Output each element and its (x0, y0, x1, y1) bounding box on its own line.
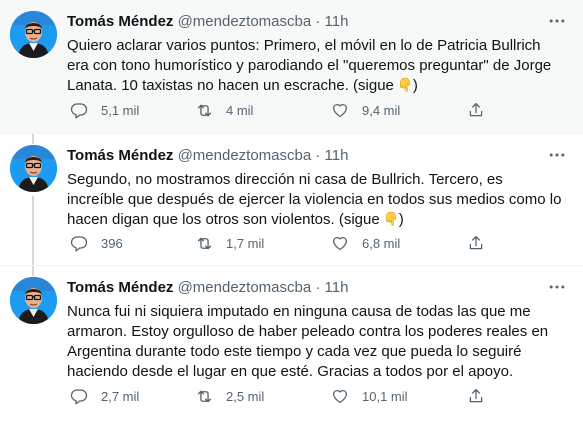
tweet-header: Tomás Méndez @mendeztomascba · 11h (67, 13, 543, 31)
retweet-button[interactable]: 4 mil (194, 100, 253, 120)
share-button[interactable] (466, 100, 486, 120)
retweet-button[interactable]: 1,7 mil (194, 233, 264, 253)
reply-icon (69, 386, 89, 406)
like-button[interactable]: 10,1 mil (330, 386, 408, 406)
share-button[interactable] (466, 386, 486, 406)
heart-icon (330, 100, 350, 120)
separator: · (315, 13, 321, 30)
separator: · (315, 279, 321, 296)
tweet[interactable]: Tomás Méndez @mendeztomascba · 11h Nunca… (0, 265, 583, 424)
tweet[interactable]: Tomás Méndez @mendeztomascba · 11h Quier… (0, 0, 583, 133)
heart-icon (330, 233, 350, 253)
like-count: 10,1 mil (362, 388, 408, 404)
avatar[interactable] (10, 145, 57, 192)
action-bar: 5,1 mil 4 mil 9,4 mil (67, 100, 513, 120)
tweet-text-content: Nunca fui ni siquiera imputado en ningun… (67, 303, 549, 380)
reply-count: 2,7 mil (101, 388, 140, 404)
reply-button[interactable]: 396 (69, 233, 123, 253)
share-icon (466, 100, 486, 120)
like-button[interactable]: 9,4 mil (330, 100, 400, 120)
tweet-text: Quiero aclarar varios puntos: Primero, e… (67, 36, 563, 99)
more-options-icon[interactable] (545, 275, 569, 299)
tweet-text: Segundo, no mostramos dirección ni casa … (67, 170, 563, 233)
action-bar: 396 1,7 mil 6,8 mil (67, 233, 513, 253)
like-count: 9,4 mil (362, 102, 401, 118)
timestamp[interactable]: 11h (325, 147, 349, 164)
pointing-down-hand-icon (397, 77, 413, 99)
action-bar: 2,7 mil 2,5 mil 10,1 mil (67, 386, 513, 406)
pointing-down-hand-icon (383, 211, 399, 233)
author-handle[interactable]: @mendeztomascba (178, 147, 312, 164)
retweet-button[interactable]: 2,5 mil (194, 386, 264, 406)
reply-icon (69, 233, 89, 253)
retweet-count: 1,7 mil (226, 235, 265, 251)
author-name[interactable]: Tomás Méndez (67, 279, 173, 296)
author-handle[interactable]: @mendeztomascba (178, 279, 312, 296)
retweet-icon (194, 386, 214, 406)
separator: · (315, 147, 321, 164)
reply-count: 396 (101, 235, 123, 251)
reply-icon (69, 100, 89, 120)
retweet-count: 2,5 mil (226, 388, 265, 404)
more-options-icon[interactable] (545, 9, 569, 33)
more-options-icon[interactable] (545, 143, 569, 167)
tweet-text: Nunca fui ni siquiera imputado en ningun… (67, 302, 563, 382)
tweet-header: Tomás Méndez @mendeztomascba · 11h (67, 147, 543, 165)
reply-button[interactable]: 2,7 mil (69, 386, 139, 406)
retweet-count: 4 mil (226, 102, 254, 118)
tweet-text-tail: ) (412, 77, 418, 94)
tweet-text-tail: ) (398, 211, 404, 228)
avatar[interactable] (10, 277, 57, 324)
reply-count: 5,1 mil (101, 102, 140, 118)
author-name[interactable]: Tomás Méndez (67, 13, 173, 30)
tweet[interactable]: Tomás Méndez @mendeztomascba · 11h Segun… (0, 133, 583, 265)
tweet-text-content: Segundo, no mostramos dirección ni casa … (67, 171, 562, 228)
timestamp[interactable]: 11h (325, 13, 349, 30)
retweet-icon (194, 233, 214, 253)
avatar[interactable] (10, 11, 57, 58)
tweet-header: Tomás Méndez @mendeztomascba · 11h (67, 279, 543, 297)
share-icon (466, 386, 486, 406)
author-handle[interactable]: @mendeztomascba (178, 13, 312, 30)
share-button[interactable] (466, 233, 486, 253)
retweet-icon (194, 100, 214, 120)
tweet-text-content: Quiero aclarar varios puntos: Primero, e… (67, 37, 552, 94)
author-name[interactable]: Tomás Méndez (67, 147, 173, 164)
share-icon (466, 233, 486, 253)
like-count: 6,8 mil (362, 235, 401, 251)
timestamp[interactable]: 11h (325, 279, 349, 296)
heart-icon (330, 386, 350, 406)
like-button[interactable]: 6,8 mil (330, 233, 400, 253)
reply-button[interactable]: 5,1 mil (69, 100, 139, 120)
